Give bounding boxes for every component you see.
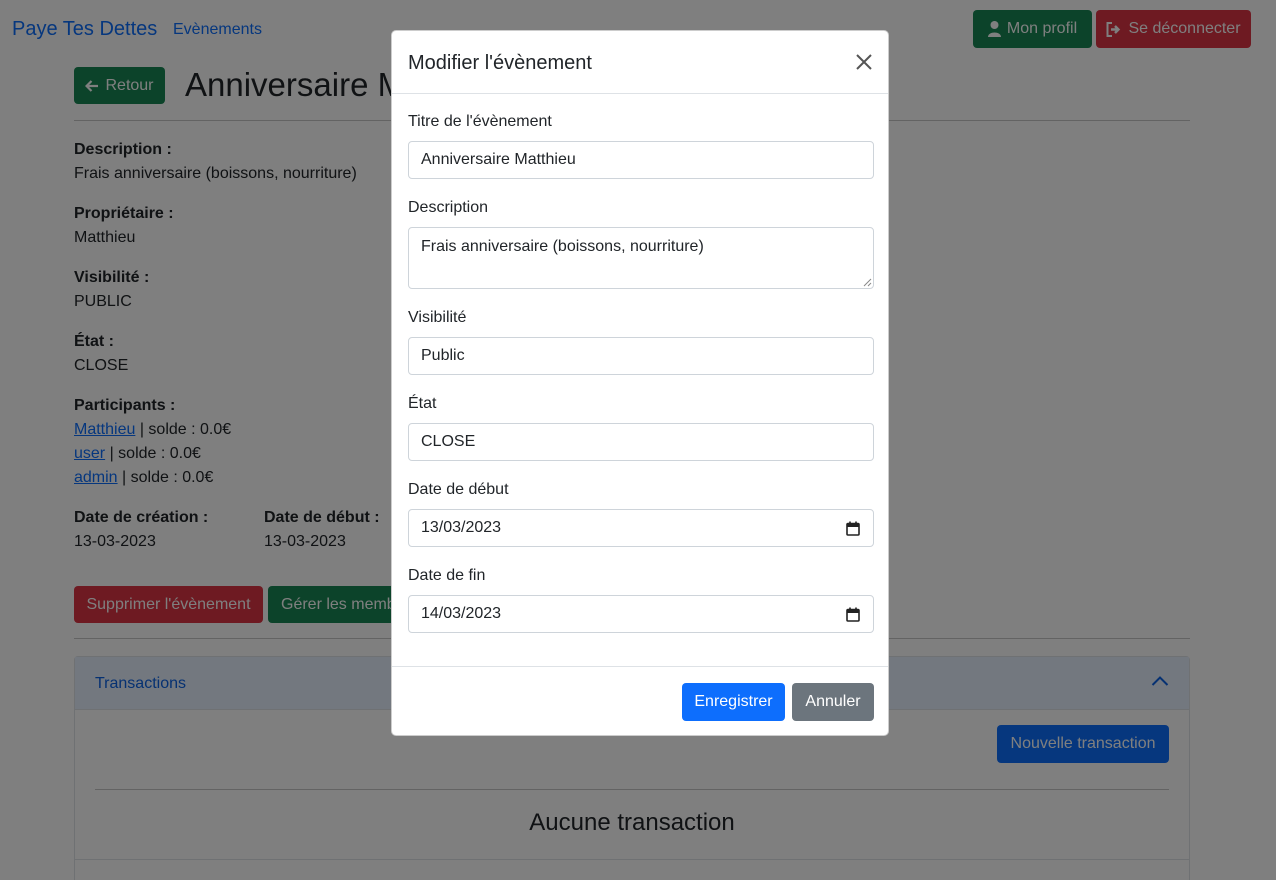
start-date-value: 13/03/2023 xyxy=(421,519,502,536)
modal-footer: Enregistrer Annuler xyxy=(392,666,888,736)
event-title-label: Titre de l'évènement xyxy=(408,113,552,130)
description-textarea[interactable]: Frais anniversaire (boissons, nourriture… xyxy=(408,227,874,289)
calendar-icon[interactable] xyxy=(846,607,860,622)
modal-header: Modifier l'évènement xyxy=(392,31,888,94)
resize-handle-icon[interactable] xyxy=(863,278,872,287)
description-text: Frais anniversaire (boissons, nourriture… xyxy=(421,238,704,255)
start-date-input[interactable]: 13/03/2023 xyxy=(408,509,874,547)
save-button[interactable]: Enregistrer xyxy=(682,683,785,721)
state-label: État xyxy=(408,395,437,412)
state-select[interactable]: CLOSE xyxy=(408,423,874,461)
description-label: Description xyxy=(408,199,489,216)
visibility-select[interactable]: Public xyxy=(408,337,874,375)
modal-title: Modifier l'évènement xyxy=(408,52,592,74)
edit-event-modal: Modifier l'évènement Titre de l'évènemen… xyxy=(391,30,889,736)
cancel-button[interactable]: Annuler xyxy=(792,683,874,721)
start-date-label: Date de début xyxy=(408,481,509,498)
visibility-label: Visibilité xyxy=(408,309,467,326)
close-icon[interactable] xyxy=(854,52,874,72)
end-date-input[interactable]: 14/03/2023 xyxy=(408,595,874,633)
end-date-value: 14/03/2023 xyxy=(421,605,502,622)
calendar-icon[interactable] xyxy=(846,521,860,536)
end-date-label: Date de fin xyxy=(408,567,486,584)
event-title-input[interactable]: Anniversaire Matthieu xyxy=(408,141,874,179)
